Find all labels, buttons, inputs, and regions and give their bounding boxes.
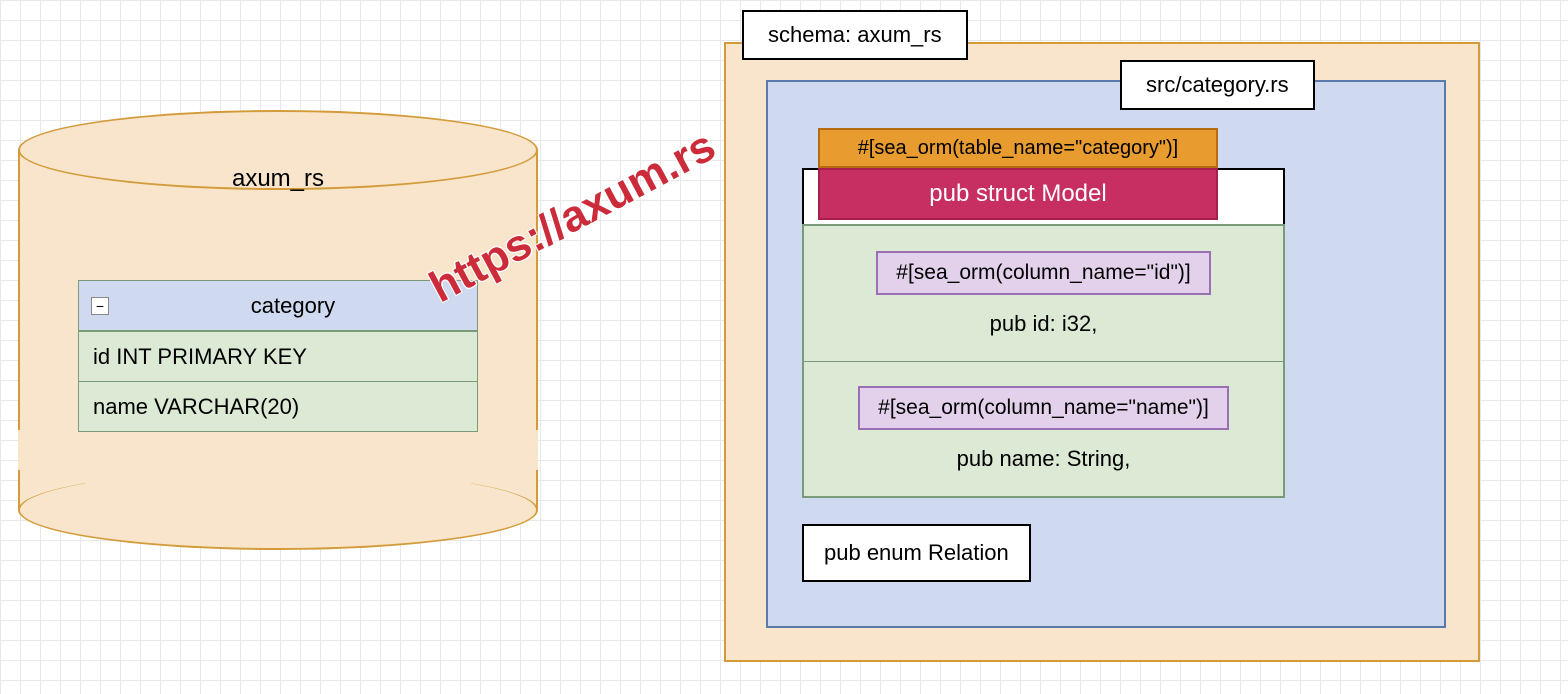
struct-title: pub struct Model bbox=[818, 168, 1218, 220]
db-column-row: id INT PRIMARY KEY bbox=[79, 331, 477, 381]
source-file-label: src/category.rs bbox=[1120, 60, 1315, 110]
database-name: axum_rs bbox=[18, 165, 538, 193]
schema-label: schema: axum_rs bbox=[742, 10, 968, 60]
table-annotation: #[sea_orm(table_name="category")] bbox=[818, 128, 1218, 168]
field-annotation: #[sea_orm(column_name="id")] bbox=[876, 251, 1210, 295]
cylinder-bottom bbox=[18, 470, 538, 550]
database-cylinder: axum_rs − category id INT PRIMARY KEY na… bbox=[18, 110, 538, 550]
struct-field: #[sea_orm(column_name="id")] pub id: i32… bbox=[804, 226, 1283, 361]
struct-field: #[sea_orm(column_name="name")] pub name:… bbox=[804, 361, 1283, 496]
db-table: − category id INT PRIMARY KEY name VARCH… bbox=[78, 280, 478, 432]
field-annotation: #[sea_orm(column_name="name")] bbox=[858, 386, 1229, 430]
struct-fields: #[sea_orm(column_name="id")] pub id: i32… bbox=[802, 224, 1285, 498]
field-declaration: pub name: String, bbox=[957, 446, 1131, 472]
db-column-row: name VARCHAR(20) bbox=[79, 381, 477, 431]
relation-enum: pub enum Relation bbox=[802, 524, 1031, 582]
db-table-title: category bbox=[109, 293, 477, 319]
db-table-header: − category bbox=[79, 281, 477, 331]
collapse-icon[interactable]: − bbox=[91, 297, 109, 315]
field-declaration: pub id: i32, bbox=[990, 311, 1098, 337]
